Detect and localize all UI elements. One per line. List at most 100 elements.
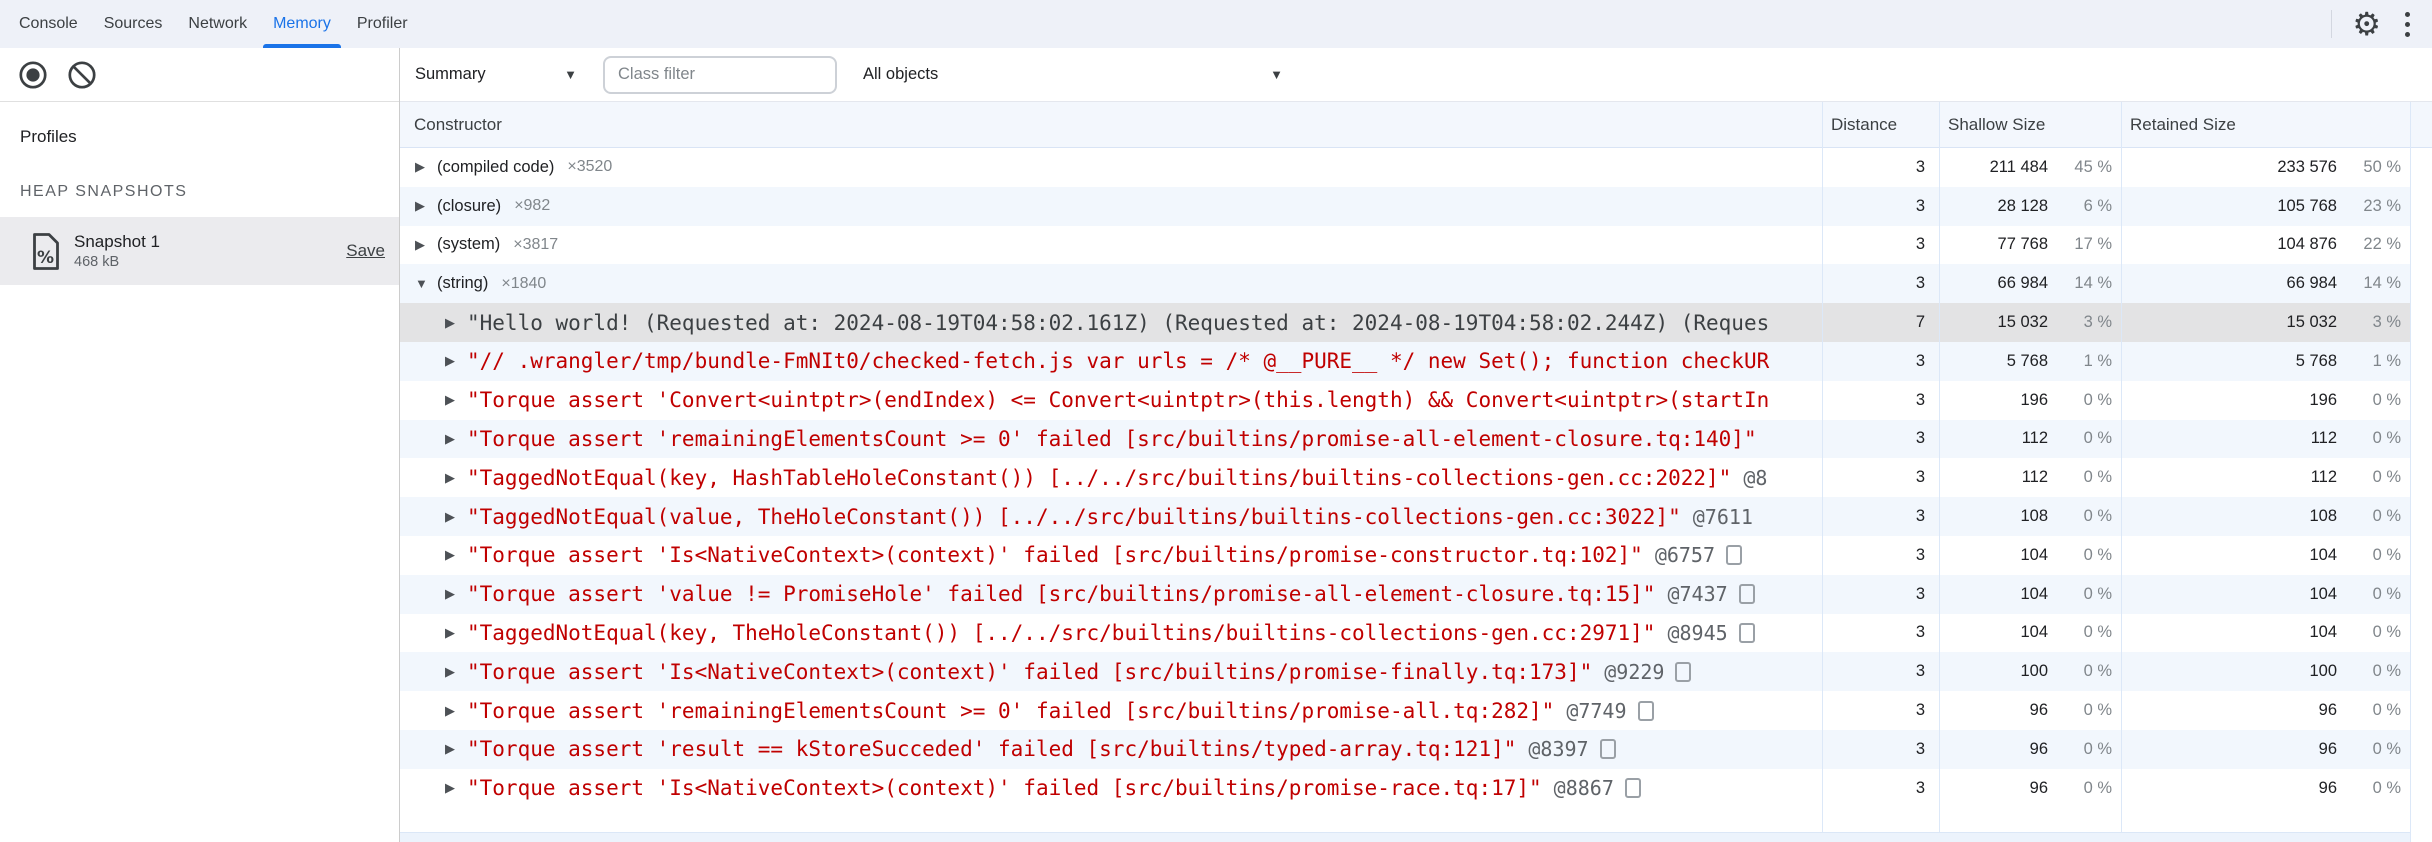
table-row[interactable]: ▶ "TaggedNotEqual(key, TheHoleConstant()… [400,613,2410,653]
size-percent: 0 % [2372,623,2401,642]
size-value: 66 984 [1997,274,2048,293]
table-row[interactable]: ▶ "Torque assert 'value != PromiseHole' … [400,574,2410,614]
column-header-distance[interactable]: Distance [1822,115,1939,135]
box-glyph-icon [1675,661,1692,682]
disclosure-triangle-icon[interactable]: ▶ [415,159,437,175]
size-value: 104 [2309,584,2337,603]
table-row[interactable]: ▼ (string) ×1840 3 66 984 14 % 66 984 14… [400,264,2410,304]
disclosure-triangle-icon[interactable]: ▶ [445,392,467,408]
heap-snapshot-document-icon: % [30,232,61,271]
constructor-cell: ▶ "Torque assert 'Is<NativeContext>(cont… [400,660,1822,684]
constructor-cell: ▶ "Torque assert 'Is<NativeContext>(cont… [400,776,1822,800]
disclosure-triangle-icon[interactable]: ▶ [445,509,467,525]
object-scope-select[interactable]: All objects ▼ [863,65,1283,84]
more-options-kebab-icon[interactable] [2401,8,2414,41]
size-value: 112 [2021,429,2048,448]
box-glyph-icon [1637,700,1654,721]
disclosure-triangle-icon[interactable]: ▼ [415,276,437,291]
size-value: 77 768 [1997,235,2048,254]
table-row[interactable]: ▶ "Torque assert 'Convert<uintptr>(endIn… [400,380,2410,420]
tab-sources[interactable]: Sources [91,0,176,48]
perspective-select[interactable]: Summary ▼ [415,65,577,84]
class-filter-input[interactable] [603,55,837,94]
table-row[interactable]: ▶ "Torque assert 'Is<NativeContext>(cont… [400,535,2410,575]
table-row[interactable]: ▶ "Torque assert 'Is<NativeContext>(cont… [400,652,2410,692]
size-value: 112 [2310,429,2337,448]
disclosure-triangle-icon[interactable]: ▶ [445,586,467,602]
record-heap-snapshot-button[interactable] [17,59,49,91]
disclosure-triangle-icon[interactable]: ▶ [445,703,467,719]
table-row[interactable]: ▶ "TaggedNotEqual(value, TheHoleConstant… [400,497,2410,536]
table-row[interactable]: ▶ "// .wrangler/tmp/bundle-FmNIt0/checke… [400,341,2410,381]
snapshot-list-item[interactable]: % Snapshot 1 468 kB Save [0,217,399,285]
tab-console[interactable]: Console [6,0,91,48]
size-percent: 0 % [2372,701,2401,720]
chevron-down-icon: ▼ [1270,67,1283,82]
constructor-name: "TaggedNotEqual(key, HashTableHoleConsta… [467,465,1732,490]
instance-count: ×3520 [567,158,613,176]
disclosure-triangle-icon[interactable]: ▶ [445,353,467,369]
distance-cell: 3 [1915,274,1925,293]
box-glyph-icon [1599,739,1616,760]
size-percent: 14 % [2363,274,2401,293]
disclosure-triangle-icon[interactable]: ▶ [445,547,467,563]
size-percent: 17 % [2074,235,2112,254]
size-value: 96 [2318,739,2337,758]
table-row[interactable]: ▶ "Torque assert 'remainingElementsCount… [400,691,2410,730]
disclosure-triangle-icon[interactable]: ▶ [445,780,467,796]
disclosure-triangle-icon[interactable]: ▶ [445,431,467,447]
object-id: @7749 [1566,698,1627,723]
disclosure-triangle-icon[interactable]: ▶ [415,198,437,214]
snapshot-size: 468 kB [74,253,120,270]
shallow-size-cell: 5 768 1 % [1939,352,2121,371]
constructor-name: "// .wrangler/tmp/bundle-FmNIt0/checked-… [467,349,1770,374]
tab-profiler[interactable]: Profiler [344,0,421,48]
tab-network[interactable]: Network [175,0,260,48]
clear-profiles-button[interactable] [66,59,98,91]
constructor-cell: ▶ (system) ×3817 [400,235,1822,254]
table-row[interactable]: ▶ (compiled code) ×3520 3 211 484 45 % 2… [400,148,2410,187]
size-value: 104 876 [2277,235,2337,254]
settings-gear-icon[interactable]: ⚙ [2352,8,2381,40]
shallow-size-cell: 77 768 17 % [1939,235,2121,254]
size-value: 105 768 [2277,196,2337,215]
size-percent: 0 % [2372,468,2401,487]
table-row[interactable]: ▶ "Torque assert 'remainingElementsCount… [400,419,2410,459]
table-row[interactable]: ▶ "TaggedNotEqual(key, HashTableHoleCons… [400,458,2410,498]
size-percent: 6 % [2083,196,2112,215]
table-row[interactable]: ▶ "Torque assert 'Is<NativeContext>(cont… [400,768,2410,808]
tab-label: Memory [273,15,331,32]
size-percent: 14 % [2074,274,2112,293]
retained-size-cell: 233 576 50 % [2121,158,2410,177]
disclosure-triangle-icon[interactable]: ▶ [415,237,437,253]
shallow-size-cell: 112 0 % [1939,429,2121,448]
tab-label: Profiler [356,15,408,32]
constructor-name: (system) [437,235,501,254]
disclosure-triangle-icon[interactable]: ▶ [445,625,467,641]
tab-memory[interactable]: Memory [260,0,344,48]
sidebar-toolbar [0,48,399,102]
disclosure-triangle-icon[interactable]: ▶ [445,315,467,331]
table-row[interactable]: ▶ (closure) ×982 3 28 128 6 % 105 768 23… [400,186,2410,226]
retained-size-cell: 96 0 % [2121,779,2410,798]
save-snapshot-link[interactable]: Save [346,241,385,261]
disclosure-triangle-icon[interactable]: ▶ [445,664,467,680]
heap-snapshots-section-label: HEAP SNAPSHOTS [20,183,188,200]
tabbar-actions: ⚙ [2331,0,2432,48]
column-header-retained-size[interactable]: Retained Size [2121,115,2410,135]
disclosure-triangle-icon[interactable]: ▶ [445,741,467,757]
distance-cell: 3 [1915,778,1925,797]
table-row[interactable]: ▶ (system) ×3817 3 77 768 17 % 104 876 2… [400,225,2410,265]
horizontal-scrollbar[interactable] [400,832,2410,842]
constructor-name: "Torque assert 'Is<NativeContext>(contex… [467,776,1542,801]
table-row[interactable]: ▶ "Hello world! (Requested at: 2024-08-1… [400,303,2410,342]
object-id: @6757 [1654,543,1716,568]
shallow-size-cell: 104 0 % [1939,585,2121,604]
column-header-constructor[interactable]: Constructor [400,115,1822,135]
table-row[interactable]: ▶ "Torque assert 'result == kStoreSucced… [400,729,2410,769]
constructor-name: "Torque assert 'result == kStoreSucceded… [467,737,1517,762]
disclosure-triangle-icon[interactable]: ▶ [445,470,467,486]
column-header-shallow-size[interactable]: Shallow Size [1939,115,2121,135]
box-glyph-icon [1624,778,1641,799]
size-value: 233 576 [2277,157,2337,176]
